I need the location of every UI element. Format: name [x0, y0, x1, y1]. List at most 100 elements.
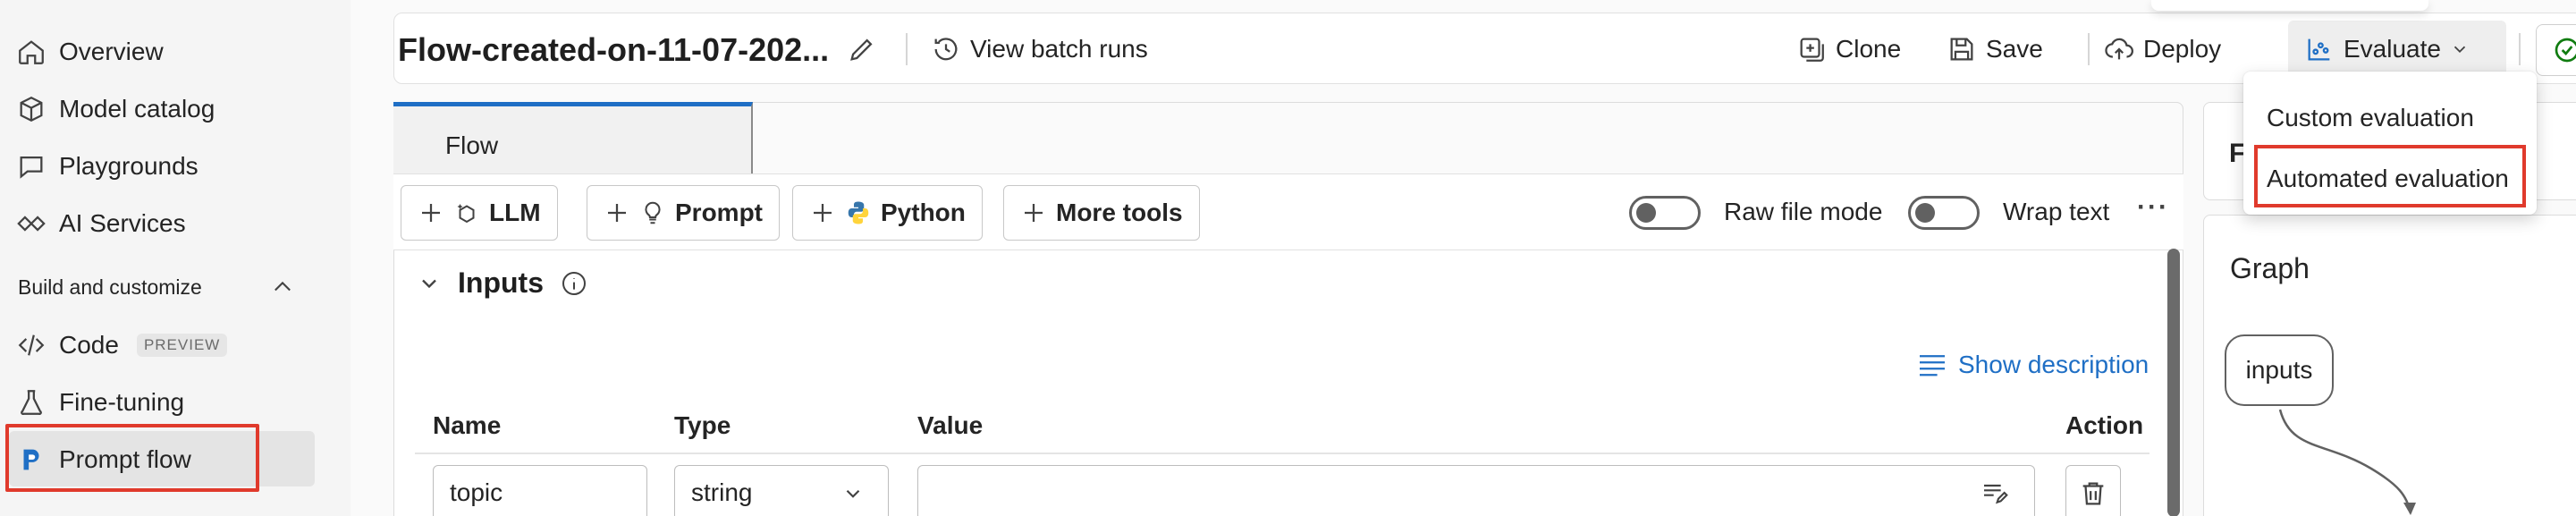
pencil-icon	[850, 38, 873, 61]
check-circle-icon	[2555, 38, 2576, 63]
input-value-field[interactable]	[917, 465, 2035, 516]
main-area: Flow-created-on-11-07-202... View batch …	[351, 0, 2576, 516]
column-header-type: Type	[674, 411, 731, 439]
sidebar-item-label: Model catalog	[59, 95, 215, 123]
inputs-heading: Inputs	[458, 266, 544, 299]
sidebar-item-label: Overview	[59, 38, 164, 65]
trash-icon	[2082, 482, 2104, 505]
deploy-button[interactable]: Deploy	[2104, 30, 2221, 69]
sidebar-item-model-catalog[interactable]: Model catalog	[16, 84, 215, 134]
preview-badge: PREVIEW	[136, 334, 228, 357]
input-type-select[interactable]: string	[674, 465, 889, 516]
inputs-section-header[interactable]: Inputs	[417, 266, 588, 300]
table-header-divider	[415, 453, 2149, 454]
chevron-up-icon	[274, 281, 291, 292]
services-icon	[17, 216, 46, 232]
partial-button[interactable]: C	[2536, 24, 2576, 76]
text-lines-icon	[1920, 355, 1945, 376]
chevron-down-icon	[422, 279, 436, 288]
sidebar: Overview Model catalog Playgrounds AI Se…	[0, 0, 351, 516]
evaluate-icon	[2308, 38, 2330, 61]
input-type-value: string	[691, 478, 753, 506]
evaluate-button[interactable]: Evaluate	[2304, 30, 2470, 69]
app-root: Overview Model catalog Playgrounds AI Se…	[0, 0, 2576, 516]
sidebar-item-fine-tuning[interactable]: Fine-tuning	[16, 377, 184, 427]
clone-label: Clone	[1836, 35, 1902, 63]
sidebar-item-label: Playgrounds	[59, 152, 198, 180]
divider	[2088, 33, 2090, 65]
add-prompt-button[interactable]: Prompt	[587, 185, 780, 241]
tool-label: Prompt	[675, 199, 763, 226]
sidebar-item-playgrounds[interactable]: Playgrounds	[16, 141, 198, 191]
add-python-button[interactable]: Python	[792, 185, 983, 241]
code-icon	[18, 334, 45, 356]
column-header-value: Value	[917, 411, 984, 439]
graph-edge	[2278, 409, 2416, 515]
highlight-box-automated-evaluation	[2254, 145, 2526, 207]
column-header-action: Action	[2065, 411, 2144, 439]
history-icon	[934, 38, 958, 61]
input-name-field[interactable]: topic	[433, 465, 647, 516]
plus-icon	[608, 204, 626, 222]
save-label: Save	[1986, 35, 2043, 63]
sidebar-item-label: Fine-tuning	[59, 388, 185, 416]
graph-node-inputs[interactable]: inputs	[2225, 334, 2334, 406]
info-icon	[562, 271, 586, 295]
clone-button[interactable]: Clone	[1796, 30, 1901, 69]
tool-label: More tools	[1056, 199, 1183, 226]
save-button[interactable]: Save	[1947, 30, 2043, 69]
divider	[906, 33, 908, 65]
graph-node-label: inputs	[2245, 356, 2313, 384]
tab-flow-label: Flow	[445, 131, 499, 159]
sidebar-item-code[interactable]: Code PREVIEW	[16, 320, 228, 370]
chat-icon	[20, 156, 43, 179]
divider	[2519, 33, 2521, 65]
python-icon	[848, 201, 869, 224]
add-llm-button[interactable]: LLM	[401, 185, 558, 241]
cube-icon	[20, 96, 43, 123]
graph-title: Graph	[2230, 252, 2310, 284]
section-title: Build and customize	[18, 275, 202, 299]
column-header-name: Name	[433, 411, 502, 439]
raw-file-mode-label: Raw file mode	[1724, 198, 1883, 225]
highlight-box-prompt-flow	[5, 424, 259, 492]
lightbulb-icon	[645, 201, 661, 224]
flow-toolbar: LLM Prompt Python More tools Raw file mo…	[393, 173, 2183, 250]
more-options-button[interactable]: ···	[2137, 192, 2169, 223]
view-batch-runs-label: View batch runs	[970, 35, 1148, 63]
delete-input-button[interactable]	[2065, 465, 2121, 516]
editor-scrollbar[interactable]	[2167, 249, 2180, 516]
chevron-down-icon	[2454, 46, 2466, 54]
deploy-label: Deploy	[2143, 35, 2222, 63]
llm-icon	[457, 204, 475, 224]
plus-icon	[1025, 204, 1043, 222]
plus-icon	[422, 204, 440, 222]
tool-label: Python	[881, 199, 966, 226]
sidebar-item-label: Code	[59, 331, 119, 359]
flow-title: Flow-created-on-11-07-202...	[398, 31, 830, 68]
raw-file-mode-toggle[interactable]	[1629, 196, 1701, 230]
chevron-down-icon	[846, 489, 860, 498]
plus-icon	[814, 204, 832, 222]
menu-item-custom-evaluation[interactable]: Custom evaluation	[2267, 104, 2474, 132]
tool-label: LLM	[489, 199, 541, 226]
edit-text-icon	[1984, 484, 2008, 504]
home-icon	[19, 40, 44, 64]
rename-button[interactable]	[847, 30, 877, 69]
evaluate-label: Evaluate	[2344, 35, 2441, 63]
sidebar-item-label: AI Services	[59, 209, 186, 237]
view-batch-runs-button[interactable]: View batch runs	[931, 30, 1148, 69]
save-icon	[1950, 38, 1973, 61]
wrap-text-toggle[interactable]	[1908, 196, 1980, 230]
show-description-button[interactable]: Show description	[1917, 351, 2149, 379]
section-build-and-customize[interactable]: Build and customize	[18, 266, 295, 308]
tab-strip	[753, 102, 2183, 173]
tab-flow[interactable]: Flow	[393, 102, 753, 173]
flask-icon	[21, 390, 42, 416]
clone-icon	[1800, 38, 1824, 62]
cloud-upload-icon	[2105, 38, 2133, 60]
more-tools-button[interactable]: More tools	[1003, 185, 1200, 241]
show-description-label: Show description	[1958, 351, 2149, 378]
sidebar-item-overview[interactable]: Overview	[16, 27, 164, 77]
sidebar-item-ai-services[interactable]: AI Services	[16, 199, 186, 249]
